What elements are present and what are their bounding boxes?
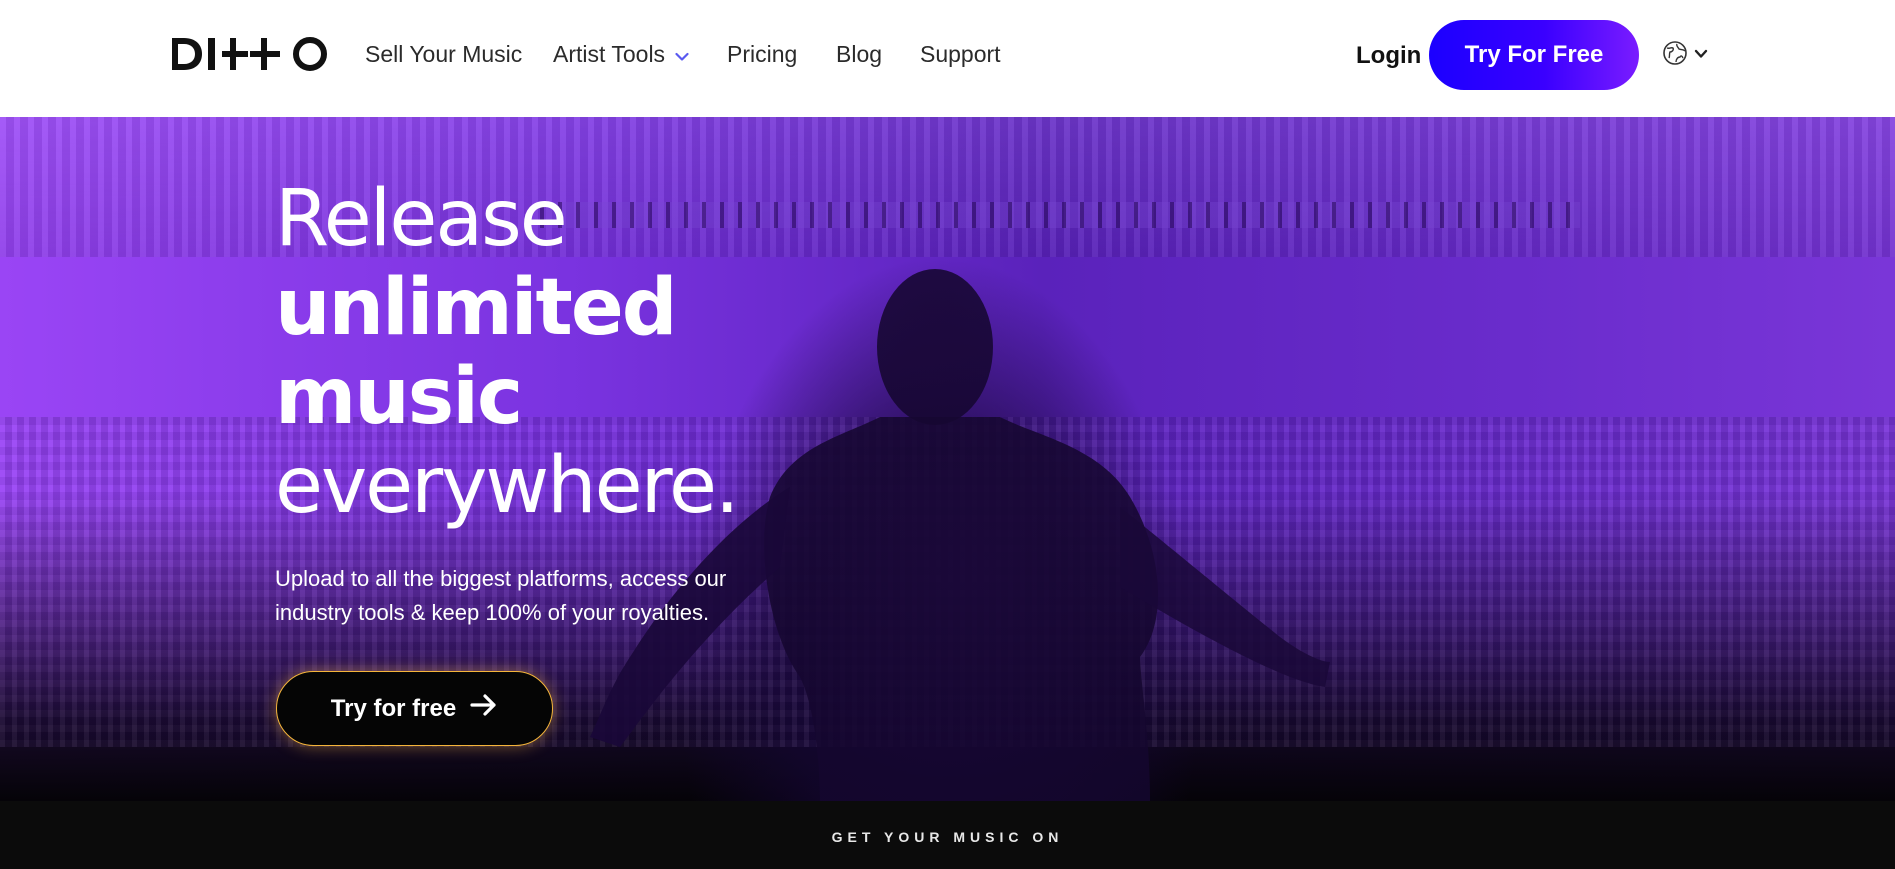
ditto-logo-mark: [172, 37, 327, 71]
hero-subtext: Upload to all the biggest platforms, acc…: [275, 562, 795, 630]
site-header: Sell Your Music Artist Tools Pricing Blo…: [0, 0, 1895, 117]
headline-line-4: everywhere.: [275, 441, 740, 531]
platforms-section: GET YOUR MUSIC ON: [0, 801, 1895, 869]
headline-line-3: music: [275, 352, 523, 442]
hero-subtext-line-1: Upload to all the biggest platforms, acc…: [275, 566, 727, 591]
nav-artist-tools[interactable]: Artist Tools: [553, 36, 689, 72]
login-link[interactable]: Login: [1356, 38, 1421, 74]
nav-pricing[interactable]: Pricing: [727, 36, 797, 72]
hero-cta-label: Try for free: [330, 694, 457, 722]
nav-sell-your-music[interactable]: Sell Your Music: [365, 36, 522, 72]
hero-headline: Release unlimited music everywhere.: [275, 175, 975, 531]
try-for-free-button[interactable]: Try For Free: [1429, 20, 1639, 90]
ditto-logo[interactable]: [170, 36, 330, 72]
hero-subtext-line-2: industry tools & keep 100% of your royal…: [275, 600, 710, 625]
globe-icon: [1662, 40, 1688, 71]
chevron-down-icon: [675, 36, 689, 72]
hero-section: Release unlimited music everywhere. Uplo…: [0, 117, 1895, 801]
headline-line-2: unlimited: [275, 263, 678, 353]
language-selector[interactable]: [1662, 40, 1716, 70]
hero-try-for-free-button[interactable]: Try for free: [276, 671, 553, 746]
nav-blog[interactable]: Blog: [836, 36, 882, 72]
nav-support[interactable]: Support: [920, 36, 1001, 72]
headline-line-1: Release: [275, 174, 568, 264]
arrow-right-icon: [470, 694, 498, 723]
chevron-down-icon: [1694, 46, 1708, 64]
nav-artist-tools-label: Artist Tools: [553, 41, 666, 67]
platforms-heading: GET YOUR MUSIC ON: [831, 829, 1064, 845]
